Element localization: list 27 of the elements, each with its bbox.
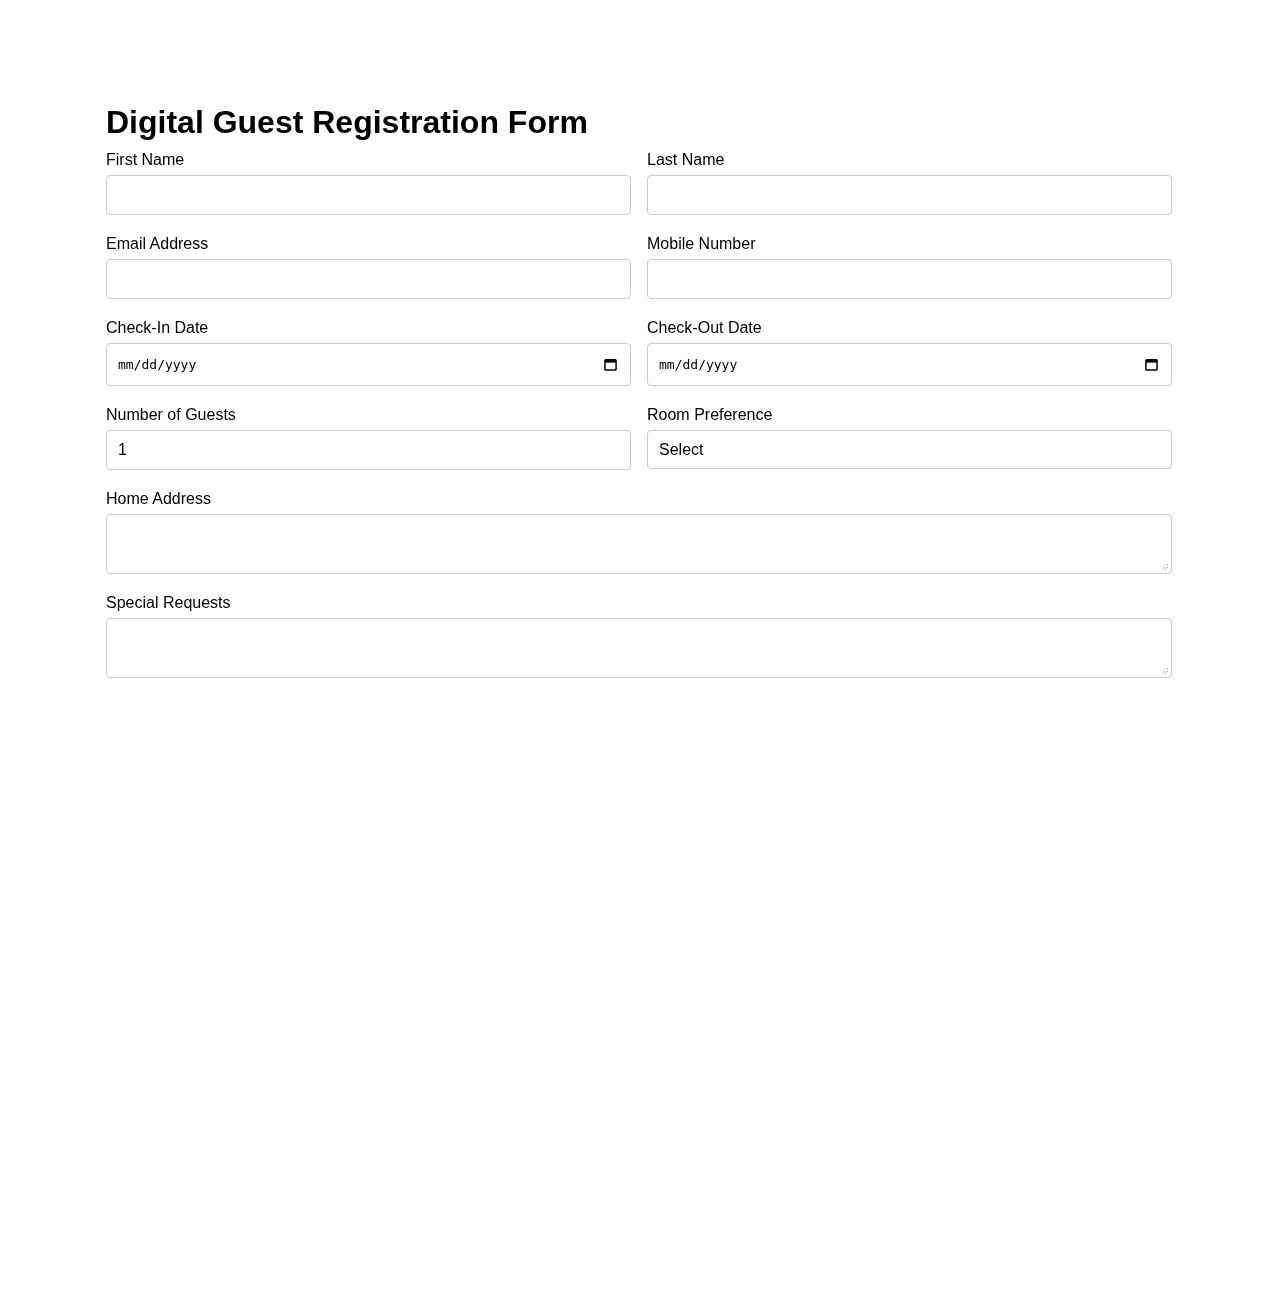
text-input-field[interactable]: [647, 259, 1172, 299]
date-placeholder: mm/dd/yyyy: [118, 355, 197, 374]
field-label: Check-In Date: [106, 319, 209, 337]
textarea-field[interactable]: [106, 618, 1172, 678]
date-placeholder: mm/dd/yyyy: [659, 355, 738, 374]
text-input-field[interactable]: [647, 175, 1172, 215]
field-label: Mobile Number: [647, 235, 756, 253]
calendar-icon[interactable]: [1145, 358, 1158, 371]
field-label: Last Name: [647, 151, 725, 169]
field-label: First Name: [106, 151, 185, 169]
text-input-field[interactable]: [106, 175, 631, 215]
date-input-field[interactable]: mm/dd/yyyy: [647, 343, 1172, 386]
field-label: Number of Guests: [106, 406, 236, 424]
form-title: Digital Guest Registration Form: [106, 103, 589, 141]
field-label: Special Requests: [106, 594, 231, 612]
resize-grip-icon[interactable]: [1161, 667, 1169, 675]
resize-grip-icon[interactable]: [1161, 563, 1169, 571]
field-label: Email Address: [106, 235, 209, 253]
number-input-field[interactable]: 1: [106, 430, 631, 470]
field-label: Check-Out Date: [647, 319, 762, 337]
field-label: Home Address: [106, 490, 211, 508]
textarea-field[interactable]: [106, 514, 1172, 574]
calendar-icon[interactable]: [604, 358, 617, 371]
date-input-field[interactable]: mm/dd/yyyy: [106, 343, 631, 386]
field-label: Room Preference: [647, 406, 773, 424]
select-dropdown[interactable]: Select: [647, 430, 1172, 469]
text-input-field[interactable]: [106, 259, 631, 299]
